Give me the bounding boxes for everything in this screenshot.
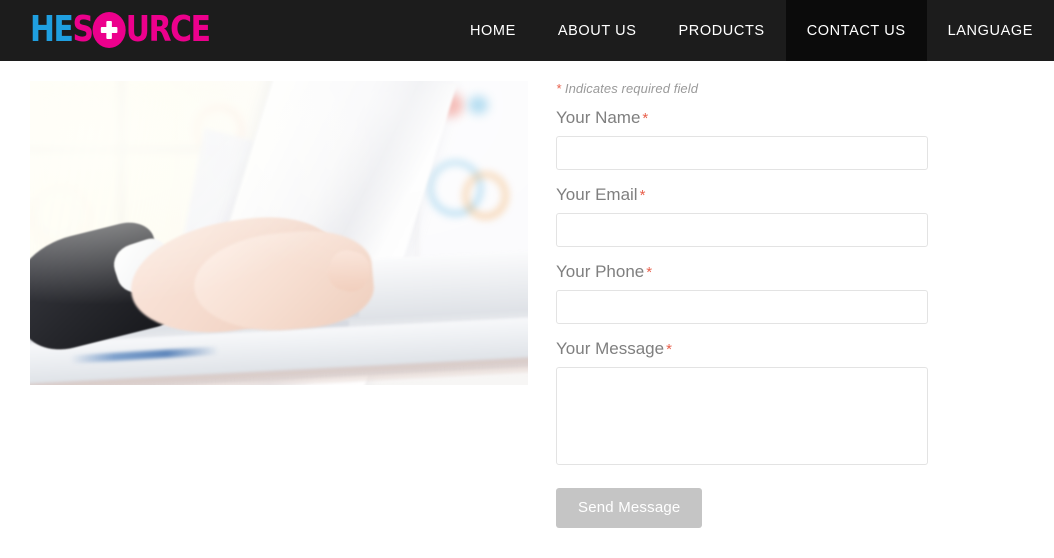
label-your-name-text: Your Name (556, 108, 641, 127)
logo-text-he: HE (30, 9, 74, 50)
label-your-email-text: Your Email (556, 185, 638, 204)
label-your-message-text: Your Message (556, 339, 665, 358)
plus-circle-icon (92, 12, 126, 48)
office-laptop-photo (30, 81, 528, 385)
field-your-name: Your Name * (556, 107, 928, 170)
required-field-note: * Indicates required field (556, 81, 928, 97)
nav-item-home[interactable]: HOME (449, 0, 537, 61)
input-your-name[interactable] (556, 136, 928, 170)
site-header: HE S URCE HOME ABOUT US PRODUCTS CONTACT U… (0, 0, 1054, 61)
label-your-message: Your Message * (556, 338, 928, 361)
page-content: * Indicates required field Your Name * Yo… (0, 61, 1054, 558)
nav-item-language[interactable]: LANGUAGE (927, 0, 1054, 61)
submit-row: Send Message (556, 488, 928, 528)
contact-photo-container (30, 81, 528, 385)
field-your-message: Your Message * (556, 338, 928, 465)
label-your-phone-text: Your Phone (556, 262, 645, 281)
field-your-email: Your Email * (556, 184, 928, 247)
label-your-phone: Your Phone * (556, 261, 928, 284)
logo-text-urce: URCE (125, 9, 211, 50)
label-your-name-asterisk: * (642, 110, 649, 127)
nav-item-products[interactable]: PRODUCTS (658, 0, 786, 61)
main-navigation: HOME ABOUT US PRODUCTS CONTACT US LANGUA… (449, 0, 1054, 61)
input-your-email[interactable] (556, 213, 928, 247)
contact-form: * Indicates required field Your Name * Yo… (556, 81, 928, 528)
input-your-phone[interactable] (556, 290, 928, 324)
label-your-email: Your Email * (556, 184, 928, 207)
logo-text-s: S (72, 9, 94, 50)
label-your-message-asterisk: * (666, 341, 672, 358)
input-your-message[interactable] (556, 367, 928, 465)
send-message-button[interactable]: Send Message (556, 488, 703, 528)
nav-item-about-us[interactable]: ABOUT US (537, 0, 658, 61)
site-logo[interactable]: HE S URCE (30, 10, 225, 50)
label-your-name: Your Name * (556, 107, 928, 130)
label-your-phone-asterisk: * (646, 264, 653, 281)
required-note-text: Indicates required field (561, 81, 699, 96)
nav-item-contact-us[interactable]: CONTACT US (785, 0, 927, 61)
label-your-email-asterisk: * (639, 187, 646, 204)
field-your-phone: Your Phone * (556, 261, 928, 324)
